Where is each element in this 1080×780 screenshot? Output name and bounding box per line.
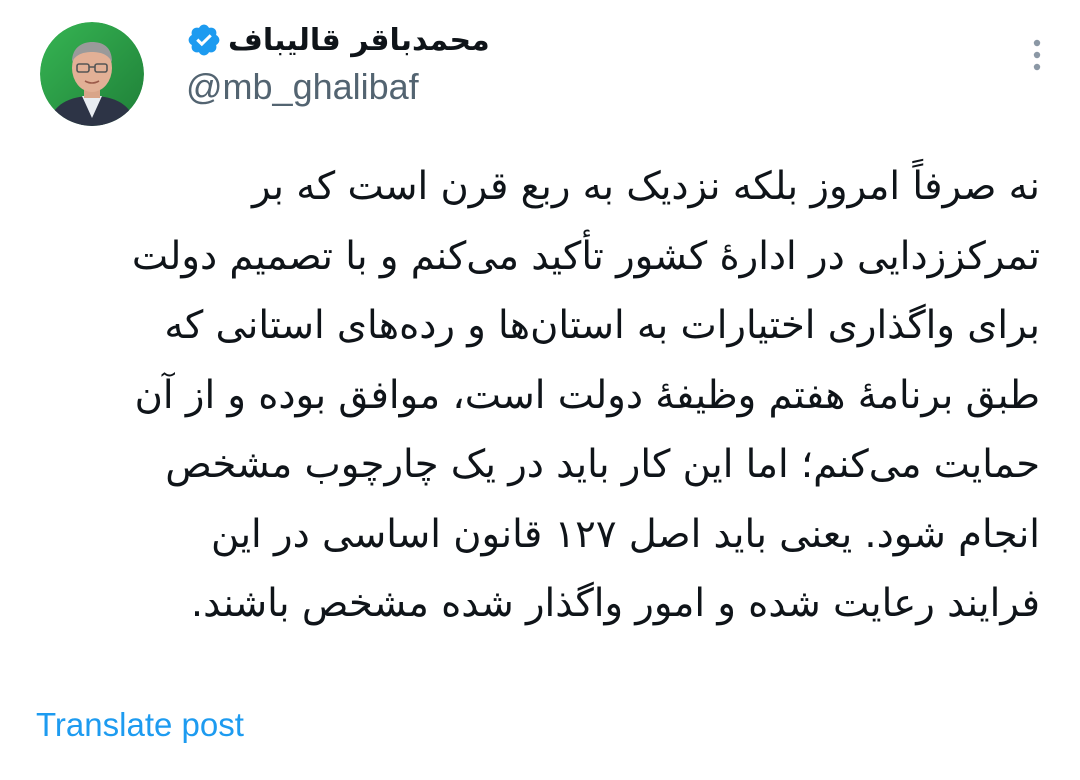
tweet-line: نه صرفاً امروز بلکه نزدیک به ربع قرن است… — [252, 164, 1040, 209]
verified-badge-icon — [186, 22, 222, 58]
more-options-button[interactable] — [1022, 30, 1052, 80]
avatar-photo — [40, 22, 144, 126]
tweet-line: تمرکززدایی در ادارهٔ کشور تأکید می‌کنم و… — [131, 233, 1040, 279]
tweet-line: برای واگذاری اختیارات به استان‌ها و رده‌… — [164, 303, 1040, 348]
tweet-text: نه صرفاً امروز بلکه نزدیک به ربع قرن است… — [34, 152, 1040, 639]
author-display-name[interactable]: محمدباقر قالیباف — [228, 23, 490, 58]
author-name-row: محمدباقر قالیباف — [186, 16, 490, 64]
tweet-line: حمایت می‌کنم؛ اما این کار باید در یک چار… — [165, 442, 1040, 487]
tweet-line: طبق برنامهٔ هفتم وظیفهٔ دولت است، موافق … — [134, 372, 1040, 418]
translate-post-link[interactable]: Translate post — [36, 706, 244, 744]
author-handle[interactable]: @mb_ghalibaf — [186, 66, 419, 108]
author-avatar[interactable] — [40, 22, 144, 126]
more-vertical-icon — [1033, 39, 1041, 71]
tweet-line: انجام شود. یعنی باید اصل ۱۲۷ قانون اساسی… — [211, 511, 1040, 557]
tweet-line: فرایند رعایت شده و امور واگذار شده مشخص … — [190, 581, 1040, 626]
